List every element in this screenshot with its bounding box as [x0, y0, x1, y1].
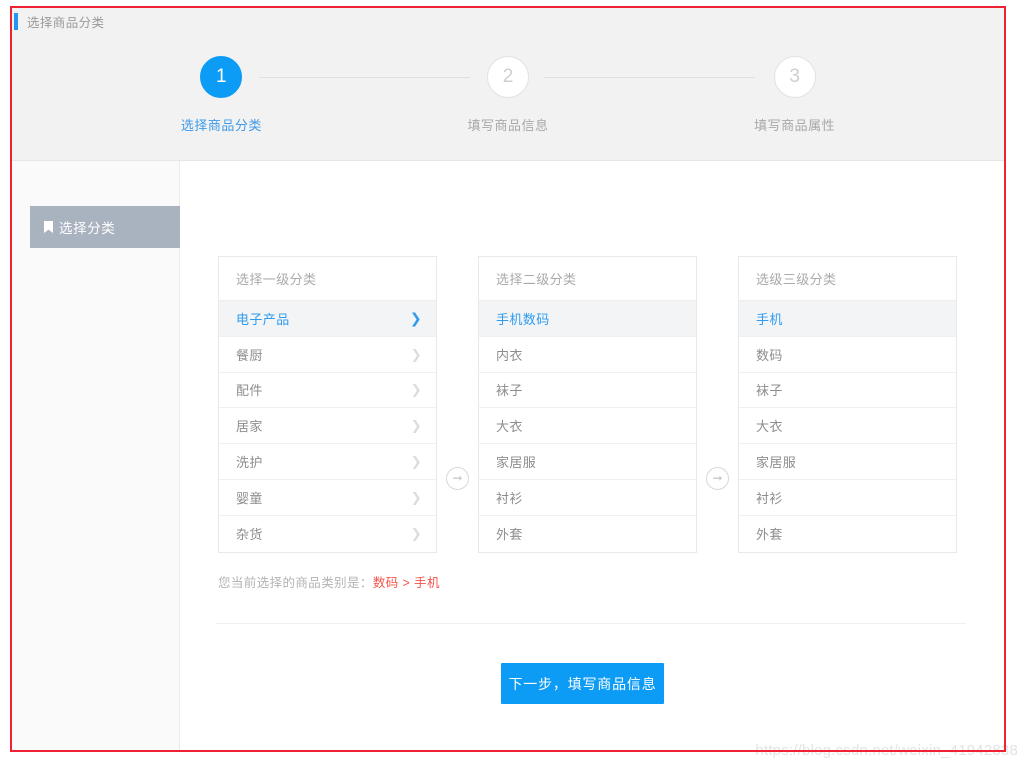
- step-2-number: 2: [487, 56, 529, 98]
- category-item-label: 家居服: [756, 455, 797, 471]
- chevron-right-icon: ❯: [410, 454, 422, 470]
- category-item-label: 数码: [756, 347, 783, 363]
- step-connector-1: [259, 77, 470, 78]
- category-item-label: 电子产品: [236, 311, 290, 327]
- selection-summary-prefix: 您当前选择的商品类别是：: [218, 576, 373, 590]
- content-divider: [216, 623, 966, 624]
- chevron-right-icon: ❯: [410, 418, 422, 434]
- arrow-right-circle-icon: ➞: [706, 466, 729, 490]
- category-item-level3-6[interactable]: 外套: [739, 516, 956, 552]
- chevron-right-icon: ❯: [410, 489, 422, 505]
- wizard-stepper: 1 选择商品分类 2 填写商品信息 3 填写商品属性: [12, 34, 1004, 161]
- chevron-right-icon: ❯: [410, 526, 422, 542]
- page-title: 选择商品分类: [27, 15, 105, 30]
- column-3-header: 选级三级分类: [739, 257, 956, 301]
- step-3-label: 填写商品属性: [754, 118, 836, 133]
- category-item-level2-0[interactable]: 手机数码: [479, 301, 696, 337]
- step-1-number: 1: [200, 56, 243, 98]
- category-item-label: 大衣: [496, 419, 523, 435]
- category-item-level2-4[interactable]: 家居服: [479, 444, 696, 480]
- stepper-step-1[interactable]: 1 选择商品分类: [78, 56, 365, 134]
- category-item-level3-1[interactable]: 数码: [739, 337, 956, 373]
- wizard-body: 选择分类 选择一级分类 电子产品 ❯ 餐厨 ❯ 配件 ❯ 居家 ❯ 洗护 ❯ 婴…: [12, 161, 1004, 750]
- selection-summary: 您当前选择的商品类别是：数码 > 手机: [218, 572, 440, 591]
- next-step-button[interactable]: 下一步，填写商品信息: [501, 663, 664, 704]
- stepper-step-3[interactable]: 3 填写商品属性: [651, 56, 938, 134]
- step-2-label: 填写商品信息: [467, 118, 549, 133]
- category-column-level1: 选择一级分类 电子产品 ❯ 餐厨 ❯ 配件 ❯ 居家 ❯ 洗护 ❯ 婴童 ❯ 杂…: [218, 256, 437, 553]
- category-column-level3: 选级三级分类 手机 数码 袜子 大衣 家居服 衬衫 外套: [738, 256, 957, 553]
- category-item-label: 袜子: [496, 383, 523, 399]
- category-item-label: 杂货: [236, 527, 263, 543]
- category-item-label: 婴童: [236, 490, 263, 506]
- category-item-level3-4[interactable]: 家居服: [739, 444, 956, 480]
- chevron-right-icon: ❯: [410, 346, 422, 362]
- category-item-level1-6[interactable]: 杂货 ❯: [219, 516, 436, 552]
- category-item-label: 家居服: [496, 455, 537, 471]
- category-item-label: 配件: [236, 383, 263, 399]
- cascader-arrow-2: ➞: [697, 256, 738, 553]
- category-item-label: 餐厨: [236, 347, 263, 363]
- category-item-label: 手机数码: [496, 311, 550, 327]
- stepper-step-2[interactable]: 2 填写商品信息: [365, 56, 652, 134]
- category-item-level3-3[interactable]: 大衣: [739, 408, 956, 445]
- arrow-right-circle-icon: ➞: [446, 466, 469, 490]
- category-item-label: 内衣: [496, 347, 523, 363]
- category-item-label: 袜子: [756, 383, 783, 399]
- bookmark-icon: [44, 221, 53, 233]
- category-column-level2: 选择二级分类 手机数码 内衣 袜子 大衣 家居服 衬衫 外套: [478, 256, 697, 553]
- category-item-level1-3[interactable]: 居家 ❯: [219, 408, 436, 445]
- category-item-level3-2[interactable]: 袜子: [739, 373, 956, 409]
- column-2-header: 选择二级分类: [479, 257, 696, 301]
- selection-summary-value: 数码 > 手机: [372, 576, 440, 590]
- category-item-level2-2[interactable]: 袜子: [479, 373, 696, 409]
- category-item-level1-5[interactable]: 婴童 ❯: [219, 480, 436, 516]
- window-titlebar: 选择商品分类: [12, 8, 1004, 34]
- category-item-level1-1[interactable]: 餐厨 ❯: [219, 337, 436, 373]
- category-item-label: 外套: [496, 527, 523, 543]
- chevron-right-icon: ❯: [410, 382, 422, 398]
- left-sidebar: 选择分类: [12, 161, 200, 750]
- titlebar-accent-bar: [14, 12, 18, 30]
- category-item-label: 洗护: [236, 455, 263, 471]
- category-item-label: 居家: [236, 419, 263, 435]
- chevron-right-icon: ❯: [409, 310, 422, 327]
- category-item-level1-0[interactable]: 电子产品 ❯: [219, 301, 436, 337]
- category-item-label: 大衣: [756, 419, 783, 435]
- sidebar-tab-select-category[interactable]: 选择分类: [30, 206, 200, 248]
- category-item-level1-2[interactable]: 配件 ❯: [219, 373, 436, 409]
- category-item-level1-4[interactable]: 洗护 ❯: [219, 444, 436, 480]
- category-item-label: 外套: [756, 527, 783, 543]
- category-item-label: 衬衫: [496, 490, 523, 506]
- step-1-label: 选择商品分类: [180, 118, 262, 133]
- main-content: 选择一级分类 电子产品 ❯ 餐厨 ❯ 配件 ❯ 居家 ❯ 洗护 ❯ 婴童 ❯ 杂…: [180, 161, 1004, 750]
- step-connector-2: [544, 77, 755, 78]
- category-item-level3-5[interactable]: 衬衫: [739, 480, 956, 516]
- category-item-level2-5[interactable]: 衬衫: [479, 480, 696, 516]
- category-cascader: 选择一级分类 电子产品 ❯ 餐厨 ❯ 配件 ❯ 居家 ❯ 洗护 ❯ 婴童 ❯ 杂…: [218, 256, 957, 553]
- step-3-number: 3: [773, 56, 816, 98]
- category-item-level3-0[interactable]: 手机: [739, 301, 956, 337]
- sidebar-tab-label: 选择分类: [59, 221, 116, 236]
- category-item-level2-3[interactable]: 大衣: [479, 408, 696, 445]
- watermark-text: https://blog.csdn.net/weixin_41942838: [755, 742, 1018, 759]
- cascader-arrow-1: ➞: [437, 256, 478, 553]
- product-category-wizard: 选择商品分类 1 选择商品分类 2 填写商品信息 3 填写商品属性 选择分类 选…: [12, 8, 1004, 750]
- category-item-label: 手机: [756, 311, 783, 327]
- column-1-header: 选择一级分类: [219, 257, 436, 301]
- category-item-level2-6[interactable]: 外套: [479, 516, 696, 552]
- category-item-level2-1[interactable]: 内衣: [479, 337, 696, 373]
- category-item-label: 衬衫: [756, 490, 783, 506]
